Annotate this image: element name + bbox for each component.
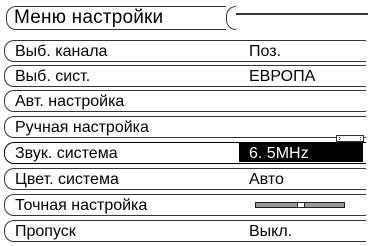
title-cap [226, 6, 236, 30]
menu-item-label: Ручная настройка [15, 119, 149, 136]
menu-item-label: Пропуск [15, 223, 76, 240]
slider-knob[interactable] [297, 202, 305, 208]
menu-item-value: Поз. [249, 43, 281, 60]
menu-title-bar: Меню настройки [2, 4, 368, 32]
menu-item-auto-tuning[interactable]: Авт. настройка [4, 90, 366, 112]
menu-item-manual-tuning[interactable]: Ручная настройка [4, 116, 366, 138]
menu-item-label: Выб. канала [15, 43, 108, 60]
menu-item-label: Выб. сист. [15, 68, 91, 85]
menu-item-label: Звук. система [15, 145, 118, 162]
menu-item-skip[interactable]: Пропуск Выкл. [4, 220, 366, 242]
menu-item-value: Авто [249, 171, 284, 188]
fine-tuning-slider[interactable] [255, 202, 345, 208]
menu-item-label: Авт. настройка [15, 93, 125, 110]
menu-item-value: ЕВРОПА [249, 68, 316, 85]
menu-item-label: Цвет. система [15, 171, 119, 188]
menu-title: Меню настройки [14, 7, 164, 28]
scroll-indicator-icon [336, 135, 364, 142]
title-divider [236, 13, 368, 15]
menu-item-value: Выкл. [249, 223, 293, 240]
menu-item-fine-tuning[interactable]: Точная настройка [4, 194, 366, 216]
menu-item-value: 6. 5MHz [249, 145, 309, 162]
menu-item-color-system[interactable]: Цвет. система Авто [4, 168, 366, 190]
menu-item-channel-select[interactable]: Выб. канала Поз. [4, 40, 366, 62]
setup-menu: Меню настройки Выб. канала Поз. Выб. сис… [0, 0, 371, 246]
menu-item-system-select[interactable]: Выб. сист. ЕВРОПА [4, 65, 366, 87]
menu-item-label: Точная настройка [15, 197, 148, 214]
menu-item-sound-system[interactable]: Звук. система 6. 5MHz [4, 135, 366, 164]
